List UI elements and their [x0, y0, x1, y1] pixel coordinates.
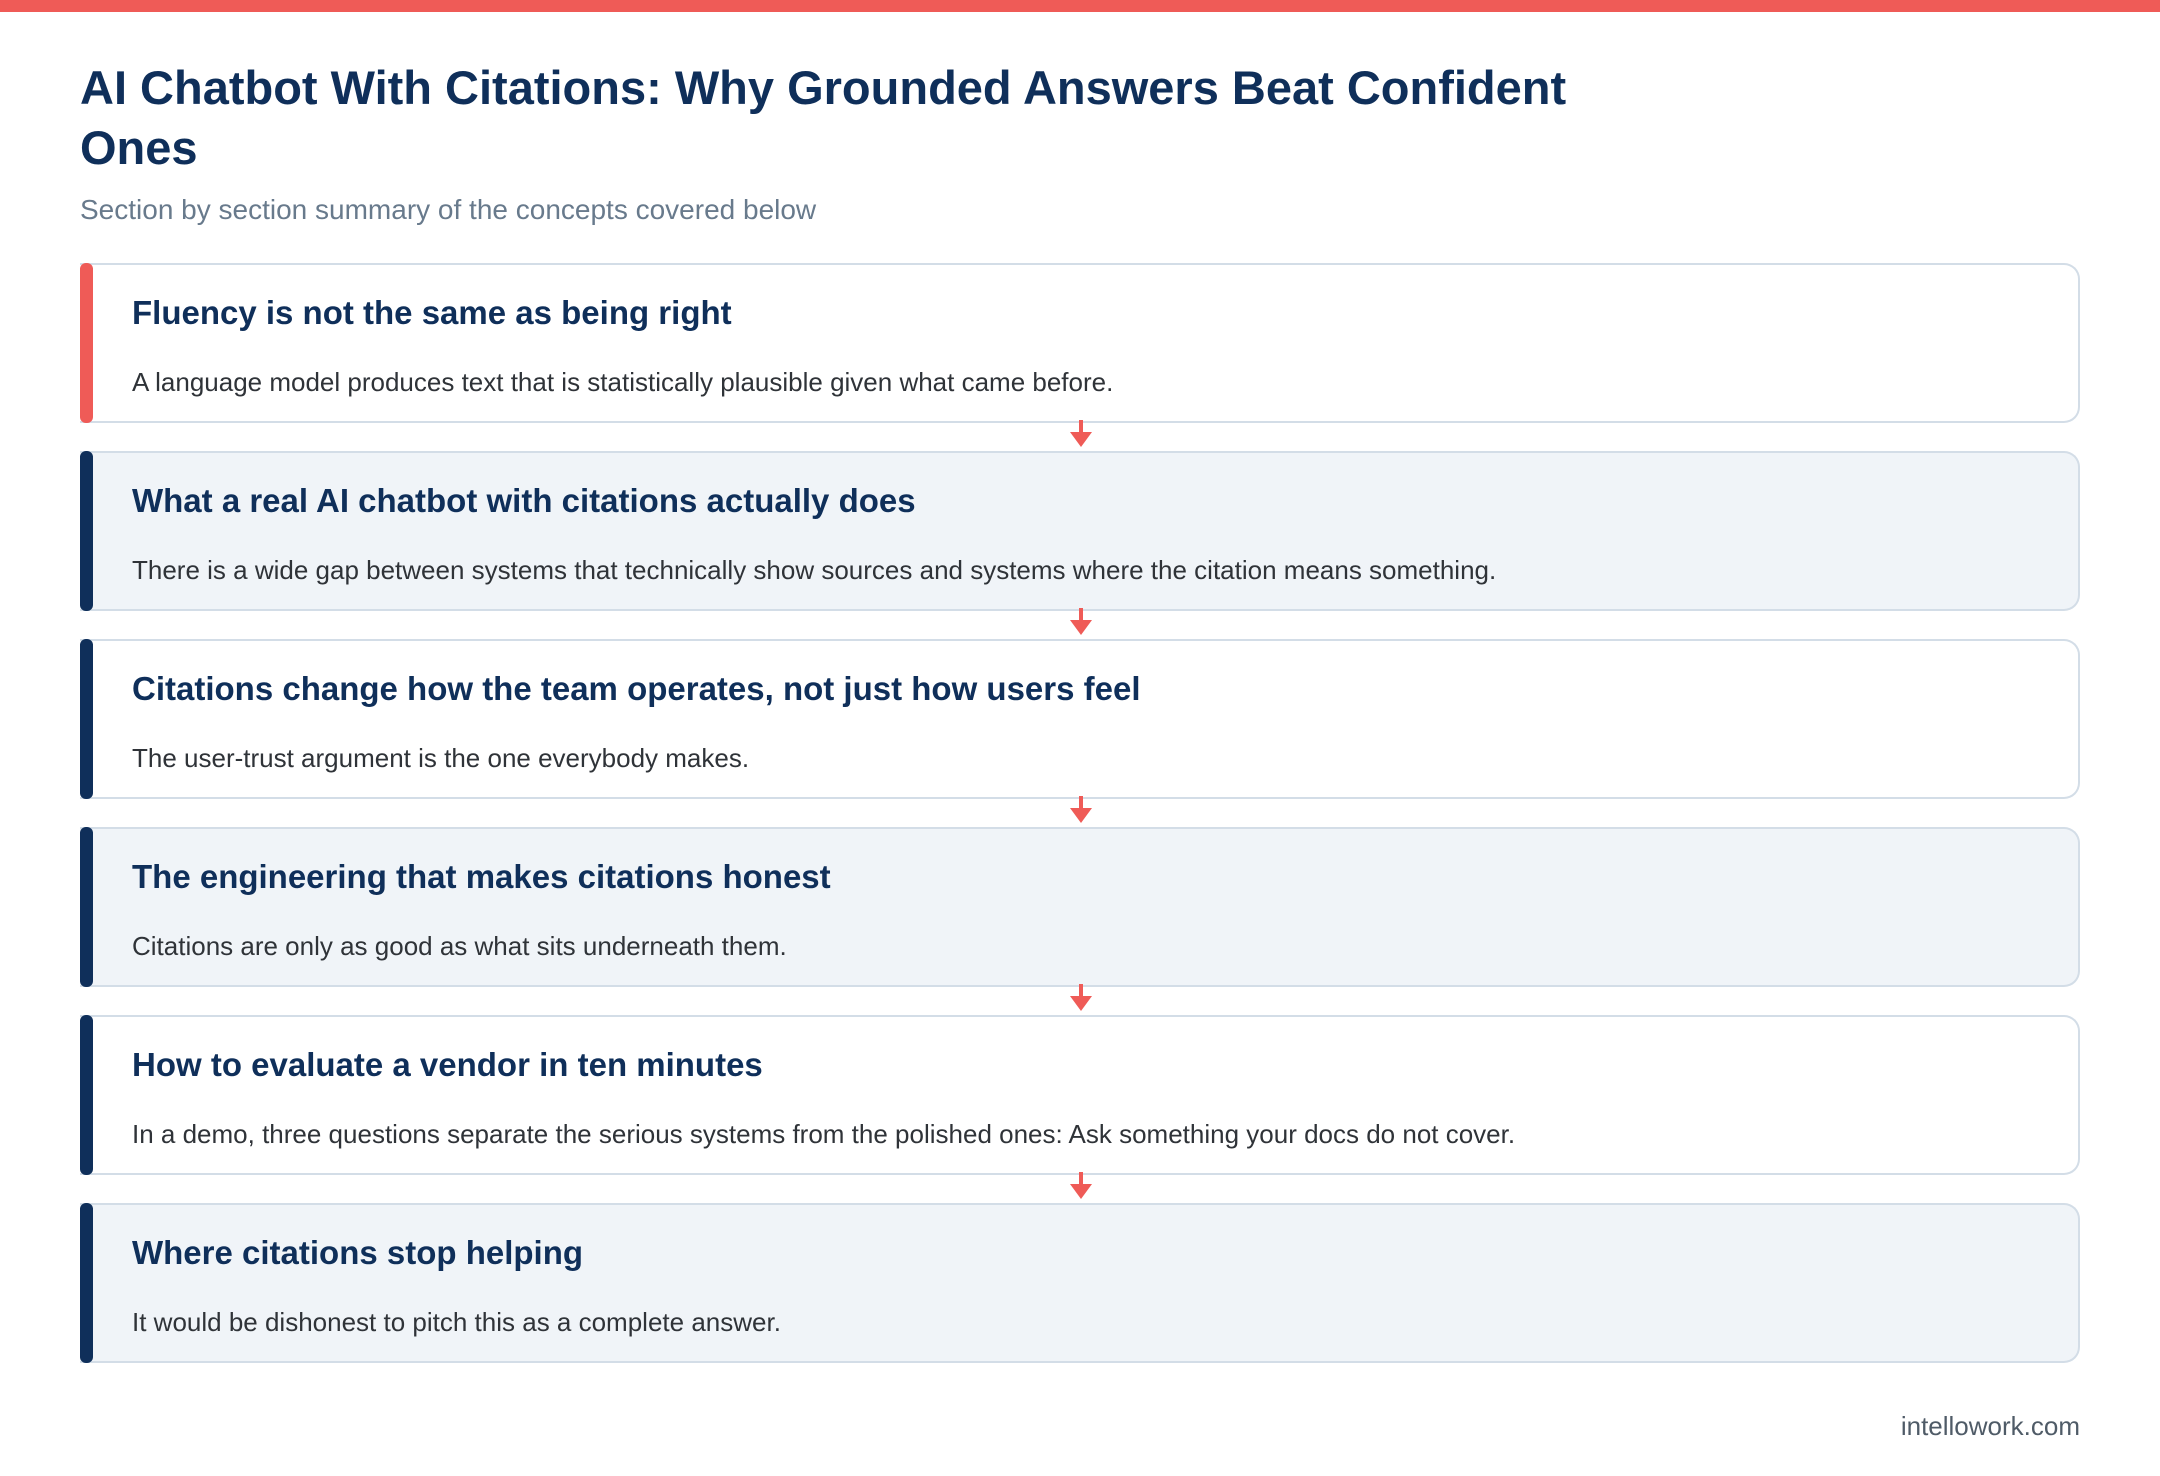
section-card-1: Fluency is not the same as being right A…	[80, 263, 2080, 447]
section-card-4: The engineering that makes citations hon…	[80, 827, 2080, 1011]
section-accent-bar	[80, 639, 93, 799]
section-card-3: Citations change how the team operates, …	[80, 639, 2080, 823]
section-title: Citations change how the team operates, …	[132, 670, 1141, 707]
section-card-6: Where citations stop helping It would be…	[80, 1203, 2080, 1363]
arrow-down-icon	[1070, 1172, 1092, 1199]
arrow-down-icon	[1070, 608, 1092, 635]
section-summary: A language model produces text that is s…	[132, 367, 1114, 397]
section-summary: In a demo, three questions separate the …	[132, 1119, 1516, 1149]
section-list: Fluency is not the same as being right A…	[80, 263, 2080, 1363]
section-accent-bar	[80, 263, 93, 423]
section-title: Where citations stop helping	[132, 1234, 584, 1271]
section-title: How to evaluate a vendor in ten minutes	[132, 1046, 763, 1083]
section-title: The engineering that makes citations hon…	[132, 858, 831, 895]
section-accent-bar	[80, 827, 93, 987]
section-summary: The user-trust argument is the one every…	[132, 743, 750, 773]
section-accent-bar	[80, 1015, 93, 1175]
arrow-down-icon	[1070, 796, 1092, 823]
section-summary: Citations are only as good as what sits …	[132, 931, 787, 961]
section-card-2: What a real AI chatbot with citations ac…	[80, 451, 2080, 635]
section-summary: It would be dishonest to pitch this as a…	[132, 1307, 781, 1337]
section-accent-bar	[80, 451, 93, 611]
arrow-down-icon	[1070, 420, 1092, 447]
section-title: What a real AI chatbot with citations ac…	[132, 482, 916, 519]
arrow-down-icon	[1070, 984, 1092, 1011]
section-title: Fluency is not the same as being right	[132, 294, 732, 331]
page-title: AI Chatbot With Citations: Why Grounded …	[80, 61, 1567, 174]
section-summary: There is a wide gap between systems that…	[132, 555, 1497, 585]
section-accent-bar	[80, 1203, 93, 1363]
page-subtitle: Section by section summary of the concep…	[80, 194, 817, 225]
footer-site-link[interactable]: intellowork.com	[1901, 1410, 2080, 1442]
section-card-5: How to evaluate a vendor in ten minutes …	[80, 1015, 2080, 1199]
top-accent-bar	[0, 0, 2160, 12]
